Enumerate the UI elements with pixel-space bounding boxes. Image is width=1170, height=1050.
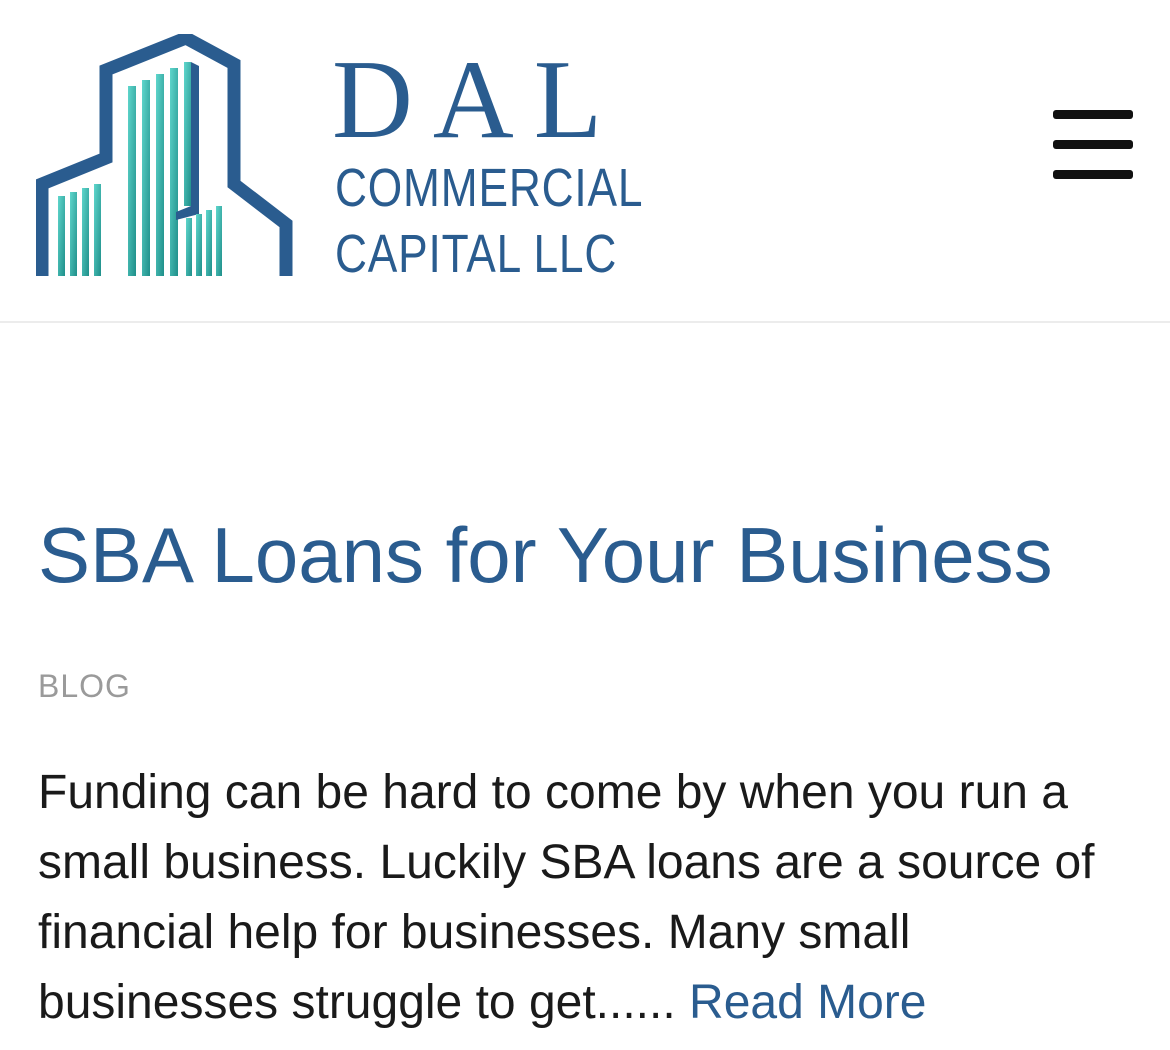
post-title-link[interactable]: SBA Loans for Your Business xyxy=(38,511,1053,599)
hamburger-menu-icon-bar xyxy=(1053,140,1133,149)
logo-wordmark: DAL xyxy=(332,38,623,162)
logo-subline-capital: CAPITAL LLC xyxy=(335,224,618,284)
hamburger-menu-icon xyxy=(1053,110,1133,119)
post-excerpt: Funding can be hard to come by when you … xyxy=(38,758,1138,1038)
site-logo[interactable]: DAL COMMERCIAL CAPITAL LLC xyxy=(36,34,676,284)
read-more-link[interactable]: Read More xyxy=(689,976,926,1029)
building-logo-icon xyxy=(36,34,293,276)
site-header: DAL COMMERCIAL CAPITAL LLC xyxy=(0,0,1170,323)
logo-subline-commercial: COMMERCIAL xyxy=(335,158,644,218)
post-excerpt-text: Funding can be hard to come by when you … xyxy=(38,766,1095,1029)
hamburger-menu-icon-bar xyxy=(1053,170,1133,179)
hamburger-menu-button[interactable] xyxy=(1048,104,1138,186)
post-title: SBA Loans for Your Business xyxy=(38,500,1138,610)
blog-post-card: SBA Loans for Your Business BLOG Funding… xyxy=(38,500,1138,1029)
post-category-link[interactable]: BLOG xyxy=(38,666,131,706)
